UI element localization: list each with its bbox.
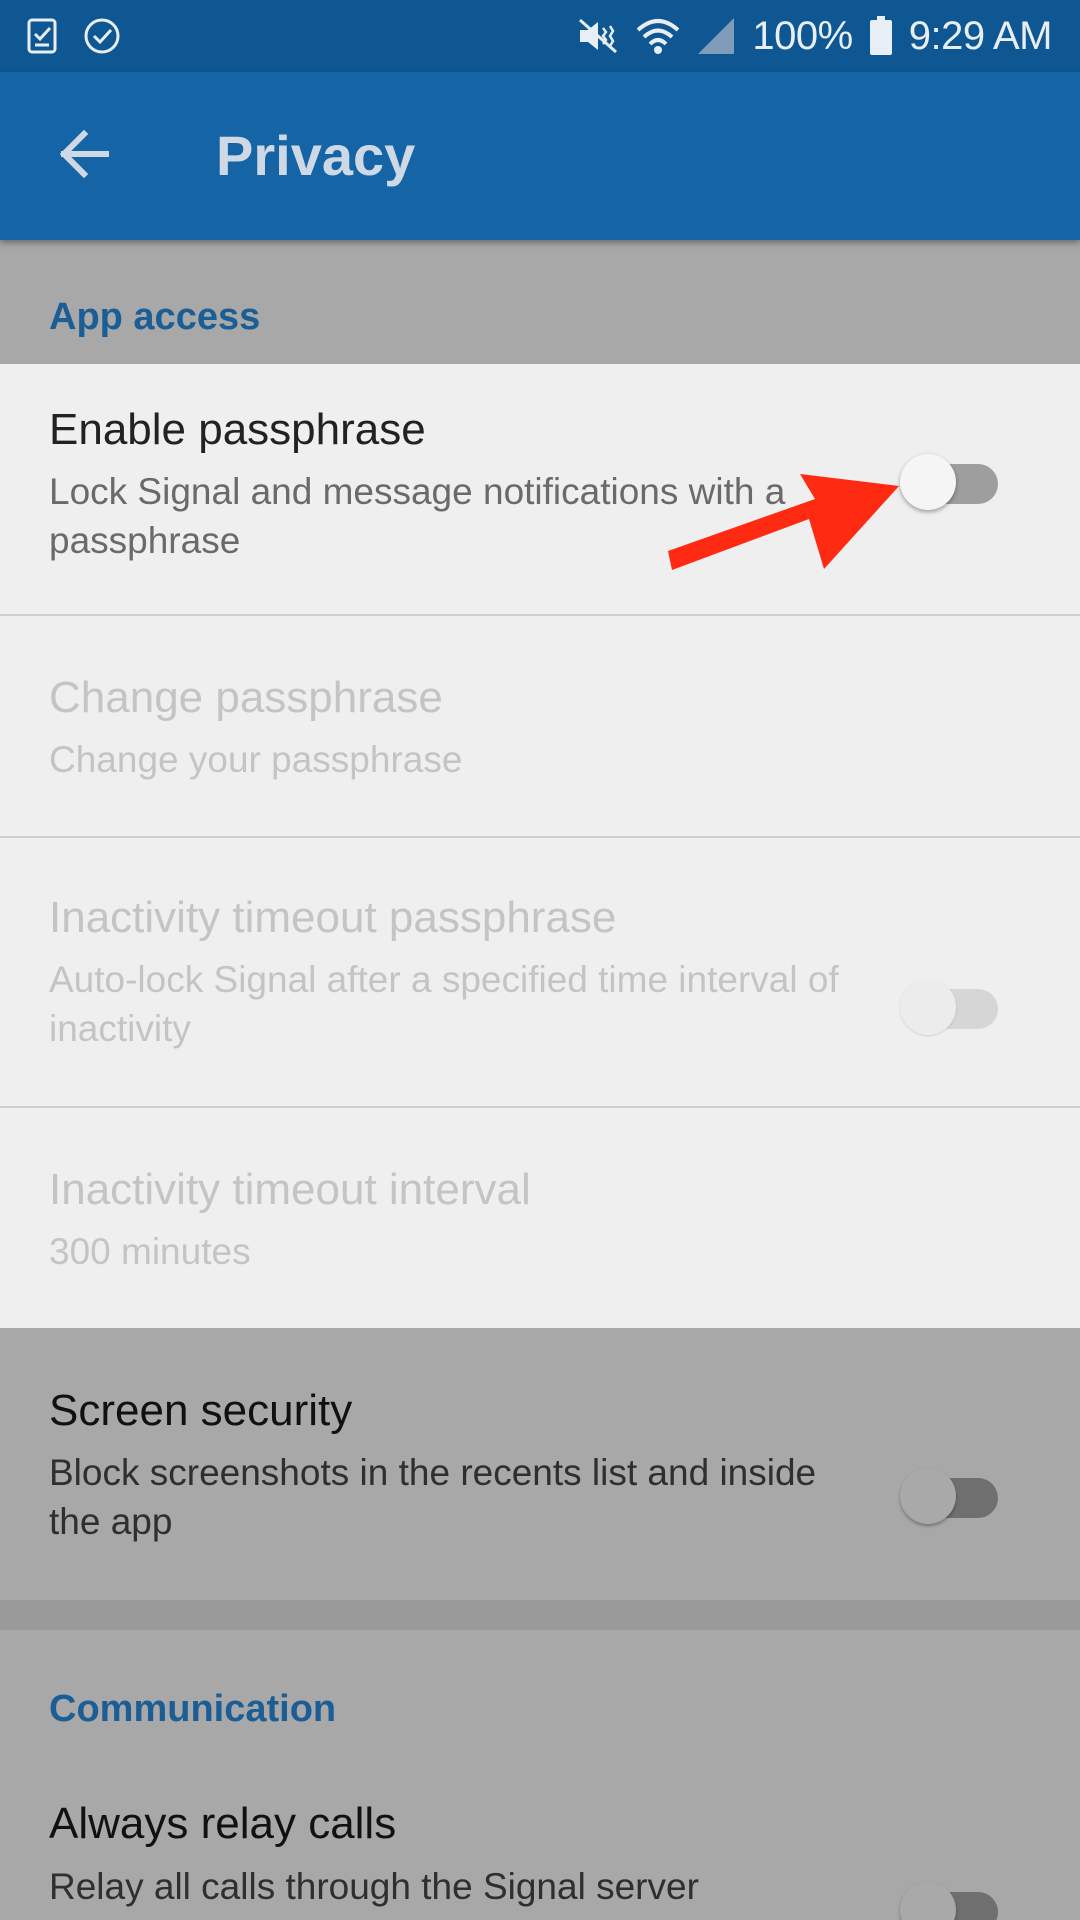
pref-title: Enable passphrase [49, 405, 426, 454]
clock: 9:29 AM [908, 13, 1053, 58]
switch-thumb [900, 1468, 956, 1524]
status-bar: 100% 9:29 AM [0, 0, 1080, 72]
section-divider [0, 1600, 1080, 1630]
pref-change-passphrase[interactable]: Change passphrase Change your passphrase [0, 616, 1080, 838]
screen-security-switch[interactable] [900, 1462, 1000, 1524]
switch-thumb [900, 979, 956, 1035]
page-title: Privacy [216, 124, 416, 187]
pref-always-relay-calls[interactable]: Always relay calls Relay all calls throu… [0, 1750, 1080, 1920]
task-check-icon [26, 16, 60, 56]
pref-summary: Block screenshots in the recents list an… [49, 1452, 817, 1542]
pref-title: Always relay calls [49, 1799, 397, 1848]
section-label: App access [49, 296, 261, 338]
pref-title: Inactivity timeout interval [49, 1165, 531, 1214]
switch-thumb [900, 1882, 956, 1920]
pref-title: Screen security [49, 1386, 353, 1435]
cellular-signal-icon [696, 16, 736, 56]
back-arrow-icon [58, 129, 110, 183]
battery-icon [869, 16, 893, 56]
pref-summary: Change your passphrase [49, 739, 463, 780]
status-bar-right: 100% 9:29 AM [576, 13, 1053, 59]
pref-summary: Auto-lock Signal after a specified time … [49, 959, 839, 1049]
inactivity-timeout-switch[interactable] [900, 973, 1000, 1035]
always-relay-calls-switch[interactable] [900, 1876, 1000, 1920]
pref-summary: Lock Signal and message notifications wi… [49, 471, 786, 561]
battery-percent: 100% [752, 13, 853, 58]
pref-title: Change passphrase [49, 673, 443, 722]
pref-title: Inactivity timeout passphrase [49, 893, 617, 942]
check-circle-icon [82, 16, 122, 56]
wifi-icon [636, 16, 680, 56]
vibrate-mute-icon [576, 16, 620, 56]
pref-screen-security[interactable]: Screen security Block screenshots in the… [0, 1328, 1080, 1600]
pref-summary: 300 minutes [49, 1231, 251, 1272]
status-bar-left [26, 16, 122, 56]
section-header-communication: Communication [0, 1630, 1080, 1750]
enable-passphrase-switch[interactable] [900, 448, 1000, 510]
pref-inactivity-timeout-passphrase[interactable]: Inactivity timeout passphrase Auto-lock … [0, 838, 1080, 1108]
privacy-settings-screen: 100% 9:29 AM Privacy App access Enable p [0, 0, 1080, 1920]
section-label: Communication [49, 1688, 337, 1730]
back-button[interactable] [44, 116, 124, 196]
pref-inactivity-timeout-interval[interactable]: Inactivity timeout interval 300 minutes [0, 1108, 1080, 1328]
switch-thumb [900, 454, 956, 510]
app-bar: Privacy [0, 72, 1080, 240]
pref-summary: Relay all calls through the Signal serve… [49, 1866, 699, 1907]
section-header-app-access: App access [0, 240, 1080, 364]
pref-enable-passphrase[interactable]: Enable passphrase Lock Signal and messag… [0, 364, 1080, 616]
